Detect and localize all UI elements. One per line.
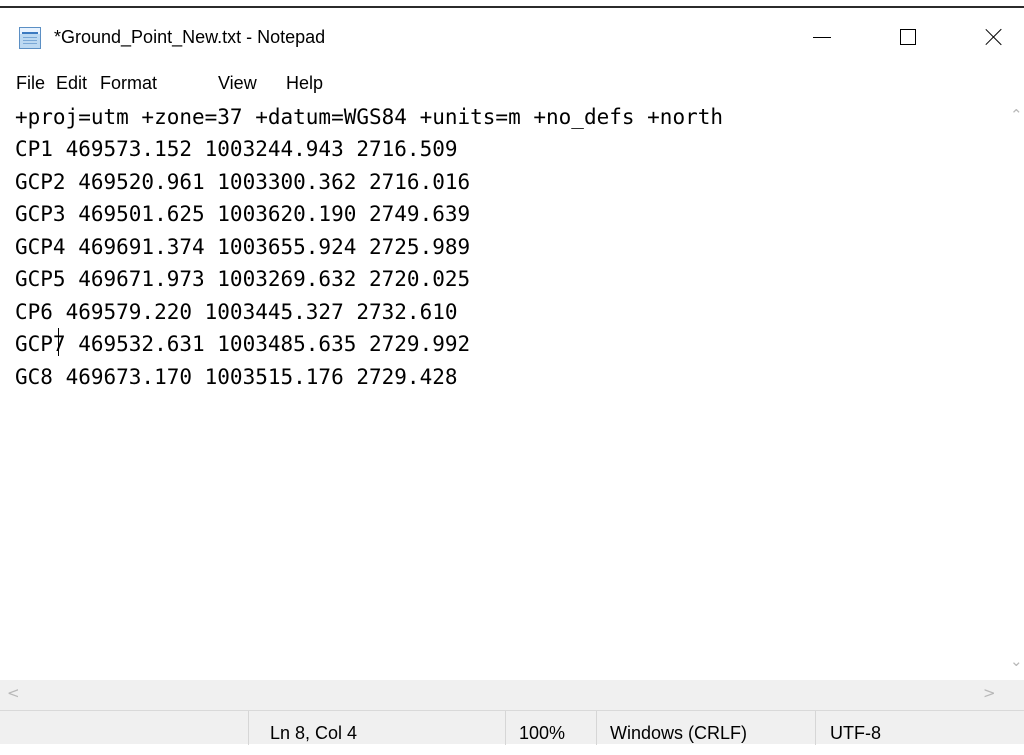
menu-edit[interactable]: Edit	[56, 72, 87, 94]
status-divider	[596, 711, 597, 745]
text-line-8: GCP7 469532.631 1003485.635 2729.992	[15, 332, 471, 356]
status-divider	[248, 711, 249, 745]
menu-bar: File Edit Format View Help	[0, 66, 1024, 98]
text-line-4: GCP3 469501.625 1003620.190 2749.639	[15, 202, 471, 226]
text-line-6: GCP5 469671.973 1003269.632 2720.025	[15, 267, 471, 291]
notepad-icon	[19, 27, 41, 49]
title-bar[interactable]: *Ground_Point_New.txt - Notepad	[0, 8, 1024, 66]
scroll-up-icon[interactable]: ⌃	[1010, 106, 1023, 124]
cursor-position: Ln 8, Col 4	[270, 723, 358, 743]
minimize-button[interactable]	[790, 8, 854, 66]
text-line-3: GCP2 469520.961 1003300.362 2716.016	[15, 170, 471, 194]
vertical-scrollbar[interactable]: ⌃ ⌄	[1006, 98, 1024, 680]
text-line-1: +proj=utm +zone=37 +datum=WGS84 +units=m…	[15, 105, 724, 129]
scroll-down-icon[interactable]: ⌄	[1010, 652, 1023, 670]
menu-view[interactable]: View	[218, 72, 257, 94]
zoom-level: 100%	[519, 723, 566, 743]
encoding: UTF-8	[830, 723, 881, 743]
line-ending: Windows (CRLF)	[610, 723, 748, 743]
close-icon	[985, 28, 1003, 46]
close-button[interactable]	[962, 8, 1024, 66]
menu-format[interactable]: Format	[100, 72, 157, 94]
minimize-icon	[813, 36, 831, 38]
text-editor[interactable]: +proj=utm +zone=37 +datum=WGS84 +units=m…	[0, 98, 1006, 680]
scroll-left-icon[interactable]: <	[7, 684, 20, 702]
text-line-9: GC8 469673.170 1003515.176 2729.428	[15, 365, 458, 389]
menu-file[interactable]: File	[16, 72, 45, 94]
text-line-2: CP1 469573.152 1003244.943 2716.509	[15, 137, 458, 161]
text-line-5: GCP4 469691.374 1003655.924 2725.989	[15, 235, 471, 259]
status-divider	[815, 711, 816, 745]
status-divider	[505, 711, 506, 745]
menu-help[interactable]: Help	[286, 72, 323, 94]
maximize-icon	[900, 29, 916, 45]
text-caret	[58, 328, 59, 356]
window-top-edge	[0, 0, 1024, 8]
text-line-7: CP6 469579.220 1003445.327 2732.610	[15, 300, 458, 324]
maximize-button[interactable]	[876, 8, 940, 66]
scroll-right-icon[interactable]: >	[983, 684, 996, 702]
status-bar: Ln 8, Col 4 100% Windows (CRLF) UTF-8	[0, 710, 1024, 745]
horizontal-scrollbar[interactable]: < >	[0, 680, 1024, 710]
window-title: *Ground_Point_New.txt - Notepad	[54, 27, 326, 47]
